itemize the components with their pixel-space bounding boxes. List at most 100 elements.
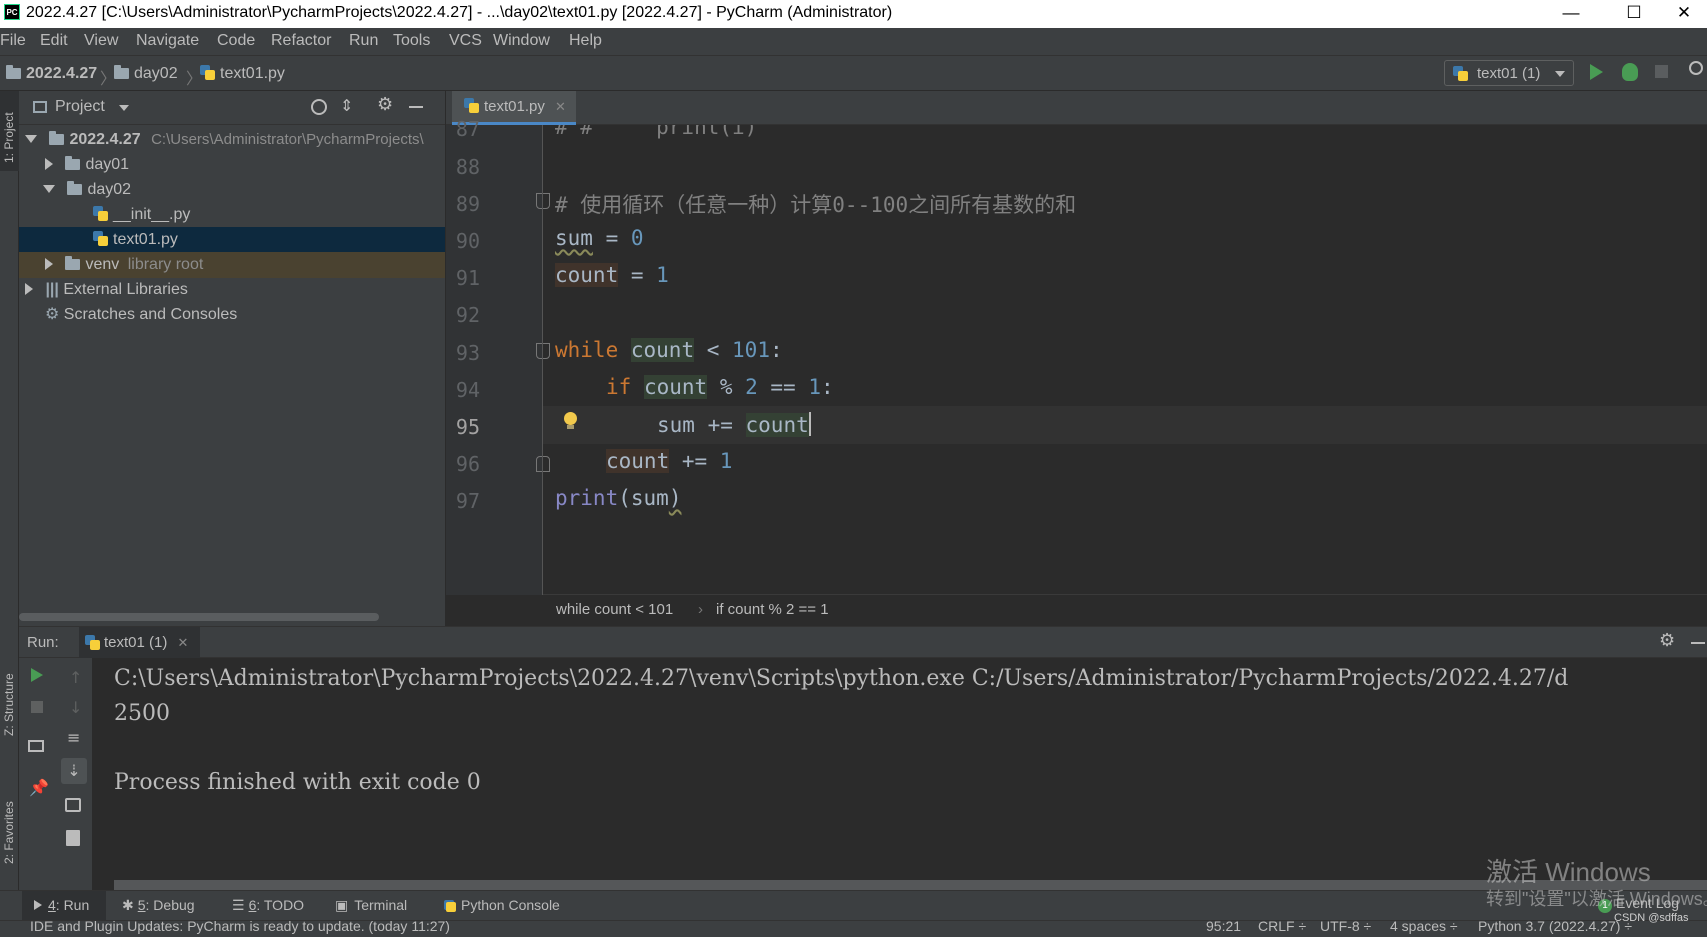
- tree-item-text01[interactable]: text01.py: [19, 227, 445, 253]
- code-token: while: [555, 338, 619, 362]
- console-line: Process finished with exit code 0: [114, 770, 481, 795]
- status-message[interactable]: IDE and Plugin Updates: PyCharm is ready…: [30, 921, 450, 934]
- close-tab-icon[interactable]: ✕: [178, 635, 189, 650]
- menu-help[interactable]: Help: [569, 32, 602, 50]
- favorites-tool-label[interactable]: 2: Favorites: [2, 801, 16, 864]
- breadcrumb-project[interactable]: 2022.4.27: [6, 65, 97, 83]
- locate-icon[interactable]: [311, 99, 327, 115]
- trash-icon[interactable]: [66, 830, 80, 846]
- code-line-97: print(sum): [555, 486, 681, 510]
- pin-icon[interactable]: 📌: [29, 778, 49, 797]
- window-title: 2022.4.27 [C:\Users\Administrator\Pychar…: [26, 4, 893, 21]
- code-token: 1: [656, 263, 669, 287]
- run-icon[interactable]: [1590, 64, 1603, 80]
- tree-item-scratches[interactable]: ⚙ Scratches and Consoles: [19, 302, 445, 328]
- editor-breadcrumb-item[interactable]: if count % 2 == 1: [716, 601, 829, 618]
- print-icon[interactable]: [65, 798, 81, 812]
- bug-icon: ✱: [122, 897, 134, 913]
- folder-icon: [6, 65, 21, 79]
- lightbulb-base: [567, 425, 574, 429]
- run-configuration-select[interactable]: text01 (1): [1444, 60, 1574, 86]
- line-number: 90: [455, 229, 480, 253]
- menu-refactor[interactable]: Refactor: [271, 32, 331, 50]
- tree-item-day01[interactable]: day01: [19, 152, 445, 178]
- tool-tab-terminal[interactable]: ▣ Terminal: [335, 897, 407, 914]
- gear-icon[interactable]: ⚙: [377, 94, 393, 115]
- menu-tools[interactable]: Tools: [393, 32, 430, 50]
- menu-navigate[interactable]: Navigate: [136, 32, 199, 50]
- search-icon[interactable]: [1689, 61, 1703, 75]
- collapse-all-icon[interactable]: ⇕: [340, 96, 353, 115]
- debug-icon[interactable]: [1622, 63, 1638, 81]
- menu-window[interactable]: Window: [493, 32, 550, 50]
- layout-icon[interactable]: [28, 740, 44, 752]
- breadcrumb-day02[interactable]: day02: [114, 65, 178, 83]
- indent-setting[interactable]: 4 spaces ÷: [1390, 921, 1458, 934]
- down-arrow-icon[interactable]: ↓: [69, 698, 82, 717]
- line-number: 87: [455, 117, 480, 141]
- tool-tab-todo[interactable]: ☰ 6: TODO: [232, 897, 304, 914]
- tree-note: library root: [127, 256, 204, 273]
- project-scrollbar[interactable]: [19, 613, 379, 621]
- structure-tool-label[interactable]: Z: Structure: [2, 673, 16, 736]
- project-panel-title[interactable]: Project: [55, 98, 105, 116]
- python-icon: [85, 635, 100, 650]
- tree-item-root[interactable]: 2022.4.27 C:\Users\Administrator\Pycharm…: [19, 127, 445, 153]
- menu-view[interactable]: View: [84, 32, 118, 50]
- tree-item-external-libraries[interactable]: ||| External Libraries: [19, 277, 445, 303]
- lightbulb-icon[interactable]: [564, 412, 577, 425]
- code-token: (: [618, 486, 631, 510]
- editor-breadcrumb-item[interactable]: while count < 101: [556, 601, 673, 618]
- caret-position[interactable]: 95:21: [1206, 921, 1241, 934]
- close-tab-icon[interactable]: ✕: [555, 99, 566, 114]
- run-tab[interactable]: text01 (1) ✕: [79, 627, 201, 658]
- project-tool-label[interactable]: 1: Project: [2, 112, 16, 163]
- code-editor[interactable]: # # print(i) # 使用循环（任意一种）计算0--100之间所有基数的…: [543, 125, 1707, 595]
- menu-vcs[interactable]: VCS: [449, 32, 482, 50]
- close-button[interactable]: ✕: [1661, 2, 1707, 26]
- menu-run[interactable]: Run: [349, 32, 378, 50]
- editor-gutter: 87 88 89 90 91 92 93 94 95 96 97: [446, 117, 550, 595]
- python-interpreter[interactable]: Python 3.7 (2022.4.27) ÷: [1478, 921, 1632, 934]
- up-arrow-icon[interactable]: ↑: [69, 668, 82, 687]
- left-tool-stripe: 1: Project Z: Structure 2: Favorites: [0, 91, 19, 937]
- tree-path: C:\Users\Administrator\PycharmProjects\: [151, 131, 424, 148]
- console-horizontal-scrollbar[interactable]: [114, 880, 1707, 890]
- menu-code[interactable]: Code: [217, 32, 255, 50]
- tool-tab-python-console[interactable]: Python Console: [444, 897, 560, 913]
- line-number: 97: [455, 489, 480, 513]
- terminal-icon: ▣: [335, 897, 349, 913]
- tree-item-init[interactable]: __init__.py: [19, 202, 445, 228]
- code-token: count: [555, 263, 619, 287]
- tool-tab-run[interactable]: 4: Run: [34, 897, 89, 913]
- soft-wrap-icon[interactable]: ≡: [67, 728, 80, 747]
- menu-file[interactable]: File: [0, 32, 26, 50]
- minimize-button[interactable]: —: [1548, 2, 1594, 26]
- file-encoding[interactable]: UTF-8 ÷: [1320, 921, 1371, 934]
- gear-icon[interactable]: ⚙: [1659, 630, 1675, 651]
- rerun-icon[interactable]: [31, 668, 43, 682]
- code-token: print: [555, 486, 619, 510]
- tree-item-venv[interactable]: venv library root: [19, 252, 445, 278]
- chevron-right-icon: [45, 158, 53, 170]
- chevron-down-icon[interactable]: [119, 105, 129, 111]
- maximize-button[interactable]: ☐: [1611, 2, 1657, 26]
- code-line-87: # # print(i): [555, 125, 758, 139]
- code-token: ): [668, 486, 682, 510]
- folder-icon: [67, 181, 83, 195]
- line-separator[interactable]: CRLF ÷: [1258, 921, 1306, 934]
- menu-edit[interactable]: Edit: [40, 32, 68, 50]
- code-token: ==: [757, 375, 809, 399]
- run-console-output[interactable]: C:\Users\Administrator\PycharmProjects\2…: [92, 658, 1707, 890]
- tool-tab-debug[interactable]: ✱ 5: Debug: [122, 897, 195, 914]
- hide-panel-icon[interactable]: [1691, 642, 1705, 644]
- project-view-icon: [33, 101, 47, 113]
- stop-icon[interactable]: [1655, 65, 1668, 78]
- breadcrumb-file[interactable]: text01.py: [200, 65, 285, 83]
- tree-item-day02[interactable]: day02: [19, 177, 445, 203]
- folder-icon: [49, 131, 65, 145]
- hide-panel-icon[interactable]: [409, 106, 423, 108]
- line-number: 92: [455, 303, 480, 327]
- scroll-to-end-icon[interactable]: ⇣: [61, 758, 87, 784]
- stop-icon[interactable]: [31, 701, 43, 713]
